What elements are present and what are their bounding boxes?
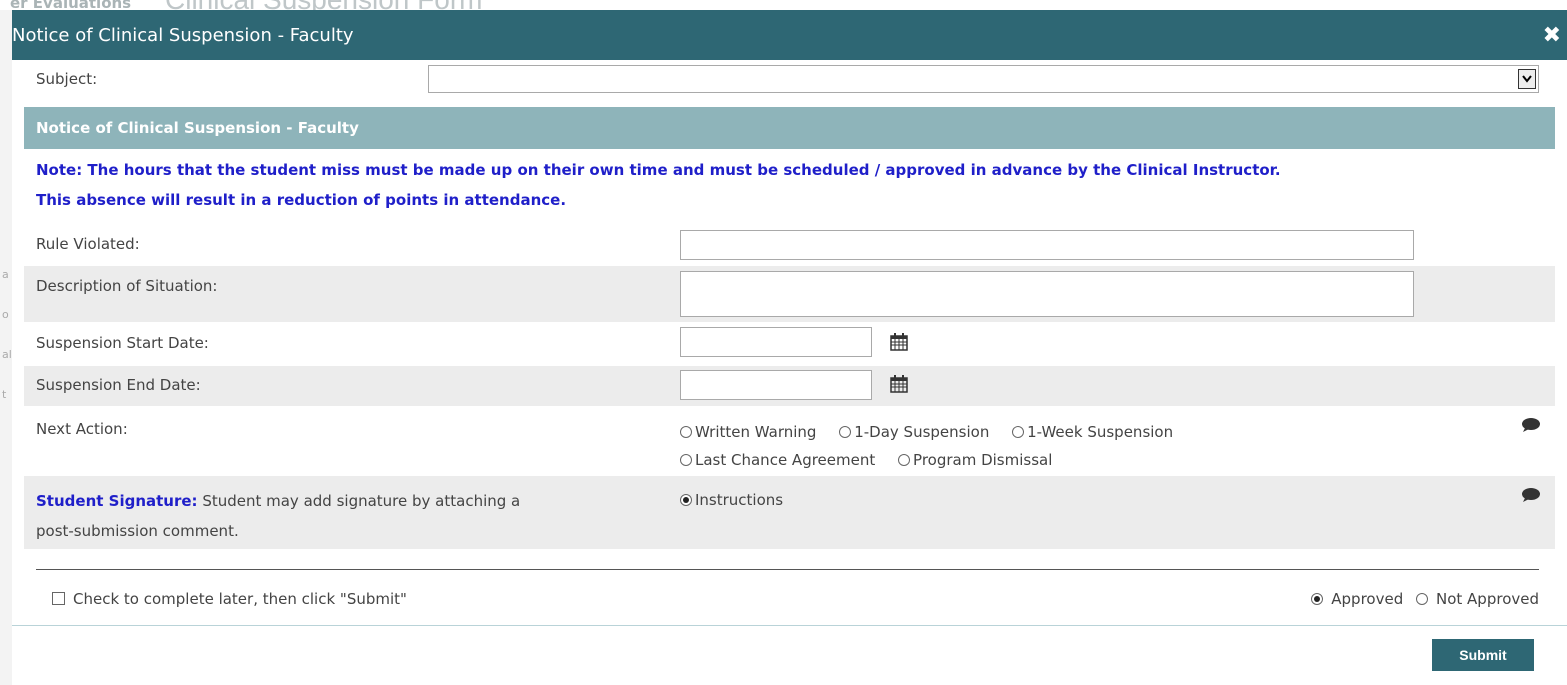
radio-button[interactable] [839,426,852,438]
option-written-warning[interactable]: Written Warning [680,423,816,441]
rule-violated-input[interactable] [680,230,1414,260]
start-date-row: Suspension Start Date: [24,322,1555,366]
submit-button[interactable]: Submit [1432,639,1534,671]
radio-button[interactable] [1416,593,1428,605]
radio-button-selected[interactable] [1311,593,1324,605]
next-action-options: Written Warning 1-Day Suspension 1-Week … [680,418,1191,474]
calendar-icon[interactable] [890,333,908,351]
note-line-2: This absence will result in a reduction … [36,191,567,209]
not-approved-option[interactable]: Not Approved [1416,590,1539,608]
option-label: Instructions [695,491,784,509]
student-signature-label: Student Signature: Student may add signa… [36,486,520,546]
radio-button[interactable] [1012,426,1025,438]
close-icon[interactable]: ✖ [1543,23,1567,48]
end-date-row: Suspension End Date: [24,366,1555,406]
option-label: 1-Week Suspension [1027,423,1174,441]
start-date-label: Suspension Start Date: [36,334,209,352]
description-textarea[interactable] [680,271,1414,317]
end-date-input[interactable] [680,370,872,400]
option-label: Written Warning [695,423,817,441]
rule-violated-label: Rule Violated: [36,235,140,253]
chevron-down-icon[interactable] [1518,69,1536,89]
divider [36,569,1539,570]
option-label: Program Dismissal [913,451,1053,469]
radio-button[interactable] [680,454,692,466]
subject-select[interactable] [428,65,1539,93]
comment-icon[interactable] [1521,418,1541,432]
option-label: Last Chance Agreement [695,451,876,469]
option-program-dismissal[interactable]: Program Dismissal [898,451,1052,469]
dialog-title: Notice of Clinical Suspension - Faculty [12,24,354,46]
student-signature-row: Student Signature: Student may add signa… [24,476,1555,549]
approval-options: Approved Not Approved [1311,590,1539,608]
not-approved-label: Not Approved [1436,590,1539,608]
approved-option[interactable]: Approved [1311,590,1403,608]
end-date-label: Suspension End Date: [36,376,201,394]
student-signature-desc: Student may add signature by attaching a [197,492,521,510]
note-text: Note: The hours that the student miss mu… [36,155,1546,215]
section-header: Notice of Clinical Suspension - Faculty [24,107,1555,149]
complete-later-checkbox[interactable]: Check to complete later, then click "Sub… [52,590,407,608]
option-instructions[interactable]: Instructions [680,491,783,509]
option-1-week-suspension[interactable]: 1-Week Suspension [1012,423,1173,441]
subject-label: Subject: [36,70,98,88]
option-label: 1-Day Suspension [854,423,990,441]
option-1-day-suspension[interactable]: 1-Day Suspension [839,423,989,441]
complete-later-label: Check to complete later, then click "Sub… [73,590,407,608]
next-action-row: Next Action: Written Warning 1-Day Suspe… [24,406,1555,476]
radio-button-selected[interactable] [680,494,692,506]
dialog-title-bar: Notice of Clinical Suspension - Faculty … [12,10,1567,60]
radio-button[interactable] [898,454,911,466]
subject-row: Subject: [24,58,1541,100]
description-row: Description of Situation: [24,266,1555,322]
next-action-label: Next Action: [36,420,128,438]
comment-icon[interactable] [1521,488,1541,502]
student-signature-desc-2: post-submission comment. [36,522,239,540]
option-last-chance-agreement[interactable]: Last Chance Agreement [680,451,875,469]
description-label: Description of Situation: [36,277,218,295]
approved-label: Approved [1331,590,1404,608]
start-date-input[interactable] [680,327,872,357]
calendar-icon[interactable] [890,375,908,393]
note-line-1: Note: The hours that the student miss mu… [36,161,1281,179]
student-signature-title: Student Signature: [36,492,198,510]
footer-divider [12,625,1567,626]
checkbox[interactable] [52,592,65,605]
rule-violated-row: Rule Violated: [24,224,1555,266]
radio-button[interactable] [680,426,692,438]
